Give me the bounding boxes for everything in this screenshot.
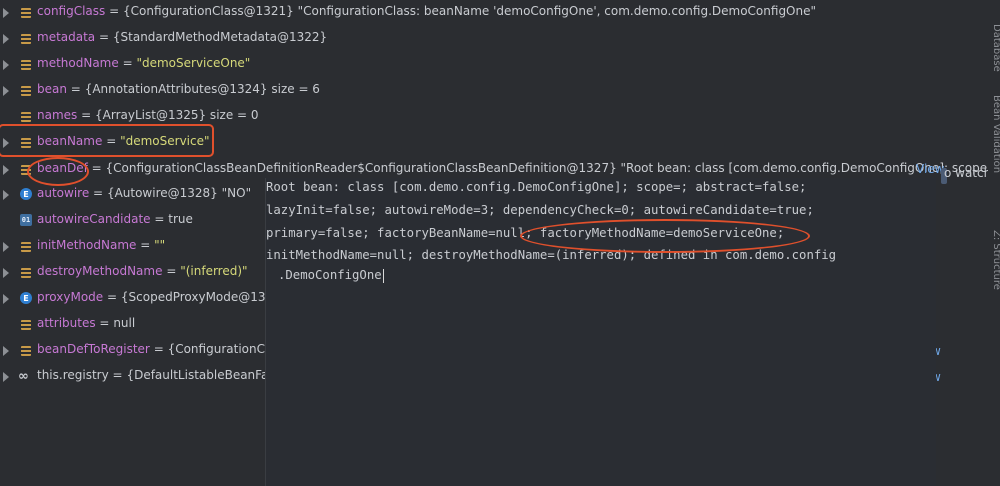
field-icon bbox=[21, 346, 31, 356]
expand-arrow-icon[interactable] bbox=[3, 242, 9, 252]
expand-arrow-icon[interactable] bbox=[3, 8, 9, 18]
field-icon bbox=[21, 8, 31, 18]
variable-name: initMethodName bbox=[37, 238, 137, 252]
field-icon bbox=[21, 112, 31, 122]
variable-value: "demoServiceOne" bbox=[136, 56, 251, 70]
variable-name: this.registry bbox=[37, 368, 109, 382]
expand-arrow-icon[interactable] bbox=[3, 372, 9, 382]
variable-name: destroyMethodName bbox=[37, 264, 163, 278]
variable-value: {ConfigurationClassBeanDefinitionReader$… bbox=[105, 161, 1000, 175]
variable-name: metadata bbox=[37, 30, 96, 44]
annotation-circle-beanDef bbox=[27, 157, 89, 186]
popup-line: Root bean: class [com.demo.config.DemoCo… bbox=[266, 180, 807, 194]
field-icon bbox=[21, 242, 31, 252]
expand-arrow-icon[interactable] bbox=[3, 190, 9, 200]
expand-arrow-icon[interactable] bbox=[3, 60, 9, 70]
variable-name: bean bbox=[37, 82, 67, 96]
expand-arrow-icon[interactable] bbox=[3, 268, 9, 278]
expand-arrow-icon[interactable] bbox=[3, 346, 9, 356]
field-icon bbox=[21, 60, 31, 70]
variable-name: proxyMode bbox=[37, 290, 104, 304]
variable-value: "" bbox=[154, 238, 166, 252]
variable-value: {AnnotationAttributes@1324} size = 6 bbox=[84, 82, 320, 96]
bean-validation-tab[interactable]: Bean Validation bbox=[991, 95, 1000, 173]
variable-name: beanDefToRegister bbox=[37, 342, 150, 356]
enum-icon: E bbox=[20, 188, 32, 200]
text-caret bbox=[382, 268, 384, 283]
variable-row-methodName[interactable]: methodName = "demoServiceOne" bbox=[0, 52, 1000, 78]
variable-row-bean[interactable]: bean = {AnnotationAttributes@1324} size … bbox=[0, 78, 1000, 104]
variable-value: true bbox=[168, 212, 193, 226]
boolean-icon: 01 bbox=[20, 214, 32, 226]
variable-name: autowireCandidate bbox=[37, 212, 151, 226]
annotation-circle-factoryMethodName bbox=[520, 219, 810, 253]
expand-arrow-icon[interactable] bbox=[3, 86, 9, 96]
database-tab[interactable]: Database bbox=[991, 24, 1000, 72]
popup-line-last: .DemoConfigOne bbox=[278, 268, 384, 283]
variable-value: {ConfigurationClass@1321} "Configuration… bbox=[123, 4, 817, 18]
expand-arrow-icon[interactable] bbox=[3, 294, 9, 304]
object-icon: ∞ bbox=[18, 369, 29, 384]
field-icon bbox=[21, 86, 31, 96]
annotation-box-beanName bbox=[0, 124, 214, 157]
variable-name: names bbox=[37, 108, 78, 122]
variable-row-configClass[interactable]: configClass = {ConfigurationClass@1321} … bbox=[0, 0, 1000, 26]
enum-icon: E bbox=[20, 292, 32, 304]
popup-line-text: .DemoConfigOne bbox=[278, 268, 382, 282]
variable-name: methodName bbox=[37, 56, 119, 70]
popup-line: initMethodName=null; destroyMethodName=(… bbox=[266, 248, 837, 262]
field-icon bbox=[21, 268, 31, 278]
field-icon bbox=[21, 320, 31, 330]
structure-tab[interactable]: Z: Structure bbox=[991, 230, 1000, 290]
variable-value: {ArrayList@1325} size = 0 bbox=[95, 108, 259, 122]
field-icon bbox=[21, 34, 31, 44]
variable-value: null bbox=[113, 316, 136, 330]
popup-line: lazyInit=false; autowireMode=3; dependen… bbox=[266, 203, 814, 217]
variable-name: autowire bbox=[37, 186, 90, 200]
variable-name: attributes bbox=[37, 316, 96, 330]
expand-arrow-icon[interactable] bbox=[3, 34, 9, 44]
debugger-variables-panel: configClass = {ConfigurationClass@1321} … bbox=[0, 0, 1000, 486]
expand-arrow-icon[interactable] bbox=[3, 165, 9, 175]
variable-value: {Autowire@1328} "NO" bbox=[106, 186, 252, 200]
variable-value: {StandardMethodMetadata@1322} bbox=[112, 30, 328, 44]
variable-name: configClass bbox=[37, 4, 106, 18]
variable-value: "(inferred)" bbox=[180, 264, 248, 278]
variable-row-metadata[interactable]: metadata = {StandardMethodMetadata@1322} bbox=[0, 26, 1000, 52]
